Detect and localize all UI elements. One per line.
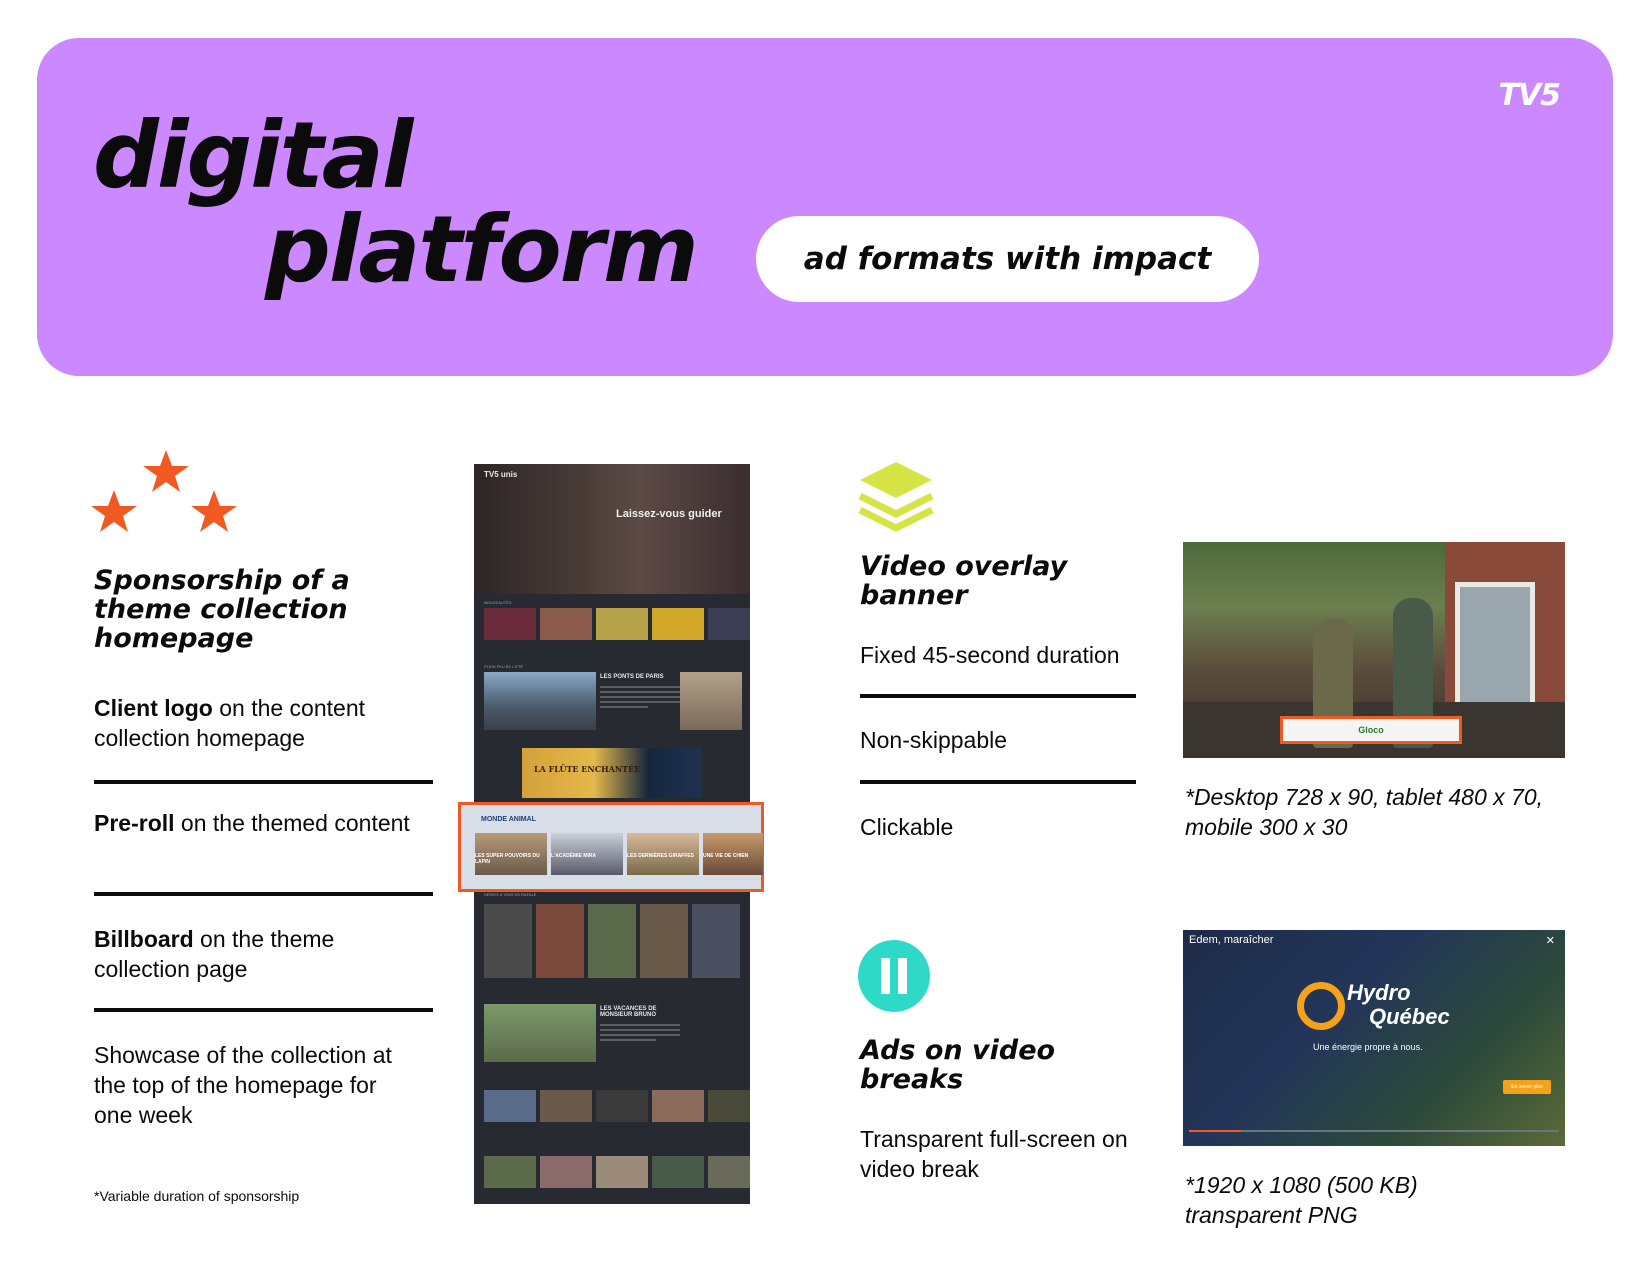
text-lines — [600, 1024, 680, 1044]
breaks-text: Transparent full-screen on video break — [860, 1126, 1128, 1182]
subtitle-pill: ad formats with impact — [756, 216, 1259, 302]
break-example-image: Edem, maraîcher ✕ Hydro Québec Une énerg… — [1183, 930, 1565, 1146]
sponsored-collection-highlight: MONDE ANIMAL LES SUPER POUVOIRS DU LAPIN… — [458, 802, 764, 892]
mockup-block-title: LES PONTS DE PARIS — [600, 674, 664, 680]
overlay-ad-banner: Gloco — [1280, 716, 1462, 744]
mockup-section-label: SÉRIES À VOIR EN RAFALE — [484, 892, 537, 897]
sponsorship-item-2: Pre-roll on the themed content — [94, 810, 410, 836]
overlay-caption: *Desktop 728 x 90, tablet 480 x 70, mobi… — [1185, 784, 1544, 840]
mockup-logo: TV5 unis — [484, 470, 518, 479]
divider — [860, 780, 1136, 784]
mockup-section-label: PLEIN FEU ÉE L'ÉTÉ — [484, 664, 523, 669]
thumb-label: LES SUPER POUVOIRS DU LAPIN — [475, 853, 540, 865]
footnote: *Variable duration of sponsorship — [94, 1188, 300, 1204]
poster-row — [484, 904, 740, 978]
overlay-heading: Video overlay banner — [860, 551, 1068, 611]
close-icon: ✕ — [1545, 935, 1555, 947]
pause-icon — [858, 940, 930, 1012]
overlay-item-1: Fixed 45-second duration — [860, 642, 1120, 668]
text-lines — [600, 686, 680, 711]
paris-bridge-image — [484, 672, 596, 730]
sponsored-collection-label: MONDE ANIMAL — [481, 816, 536, 823]
three-stars-icon — [92, 450, 237, 532]
thumb-label: L'ACADÉMIE MIRA — [551, 853, 597, 859]
thumbnail-row — [484, 608, 750, 640]
video-title: Edem, maraîcher — [1189, 934, 1274, 946]
thumbnail-row — [484, 1156, 750, 1188]
page-title-line1: digital — [93, 102, 413, 209]
breaks-caption: *1920 x 1080 (500 KB) transparent PNG — [1185, 1172, 1418, 1228]
mockup-block-title: LES VACANCES DE MONSIEUR BRUNO — [600, 1006, 657, 1018]
breaks-heading: Ads on video breaks — [860, 1035, 1056, 1095]
thumbnail-row — [484, 1090, 750, 1122]
billboard-text: LA FLÛTE ENCHANTÉE — [534, 764, 641, 774]
mockup-section-label: NOUVEAUTÉS — [484, 600, 512, 605]
divider — [94, 1008, 433, 1012]
sponsored-thumbnails: LES SUPER POUVOIRS DU LAPIN L'ACADÉMIE M… — [475, 833, 763, 875]
mockup-tagline: Laissez-vous guider — [616, 508, 722, 520]
brand-line1: Hydro — [1347, 980, 1411, 1005]
sponsorship-item-4: Showcase of the collection at the top of… — [94, 1042, 392, 1128]
sponsorship-item-1: Client logo on the content collection ho… — [94, 695, 366, 751]
divider — [860, 694, 1136, 698]
arc-image — [680, 672, 742, 730]
page-title-line2: platform — [265, 196, 699, 303]
vacation-image — [484, 1004, 596, 1062]
cta-button: En savoir plus — [1503, 1080, 1551, 1094]
hydro-quebec-logo-icon — [1297, 982, 1345, 1030]
progress-fill — [1189, 1130, 1241, 1132]
divider — [94, 892, 433, 896]
brand-tagline: Une énergie propre à nous. — [1313, 1042, 1423, 1052]
overlay-item-3: Clickable — [860, 814, 954, 840]
tv5-logo: TV5 — [1498, 78, 1561, 113]
thumb-label: UNE VIE DE CHIEN — [703, 853, 749, 859]
sponsorship-heading: Sponsorship of a theme collection homepa… — [94, 565, 350, 654]
thumb-label: LES DERNIÈRES GIRAFFES — [627, 853, 694, 859]
header-banner: digital platform ad formats with impact … — [37, 38, 1613, 376]
divider — [94, 780, 433, 784]
overlay-item-2: Non-skippable — [860, 727, 1008, 753]
brand-line2: Québec — [1369, 1004, 1450, 1029]
layers-icon — [858, 462, 934, 532]
sponsorship-item-3: Billboard on the theme collection page — [94, 926, 335, 982]
hero-image — [474, 464, 750, 594]
progress-track — [1189, 1130, 1559, 1132]
